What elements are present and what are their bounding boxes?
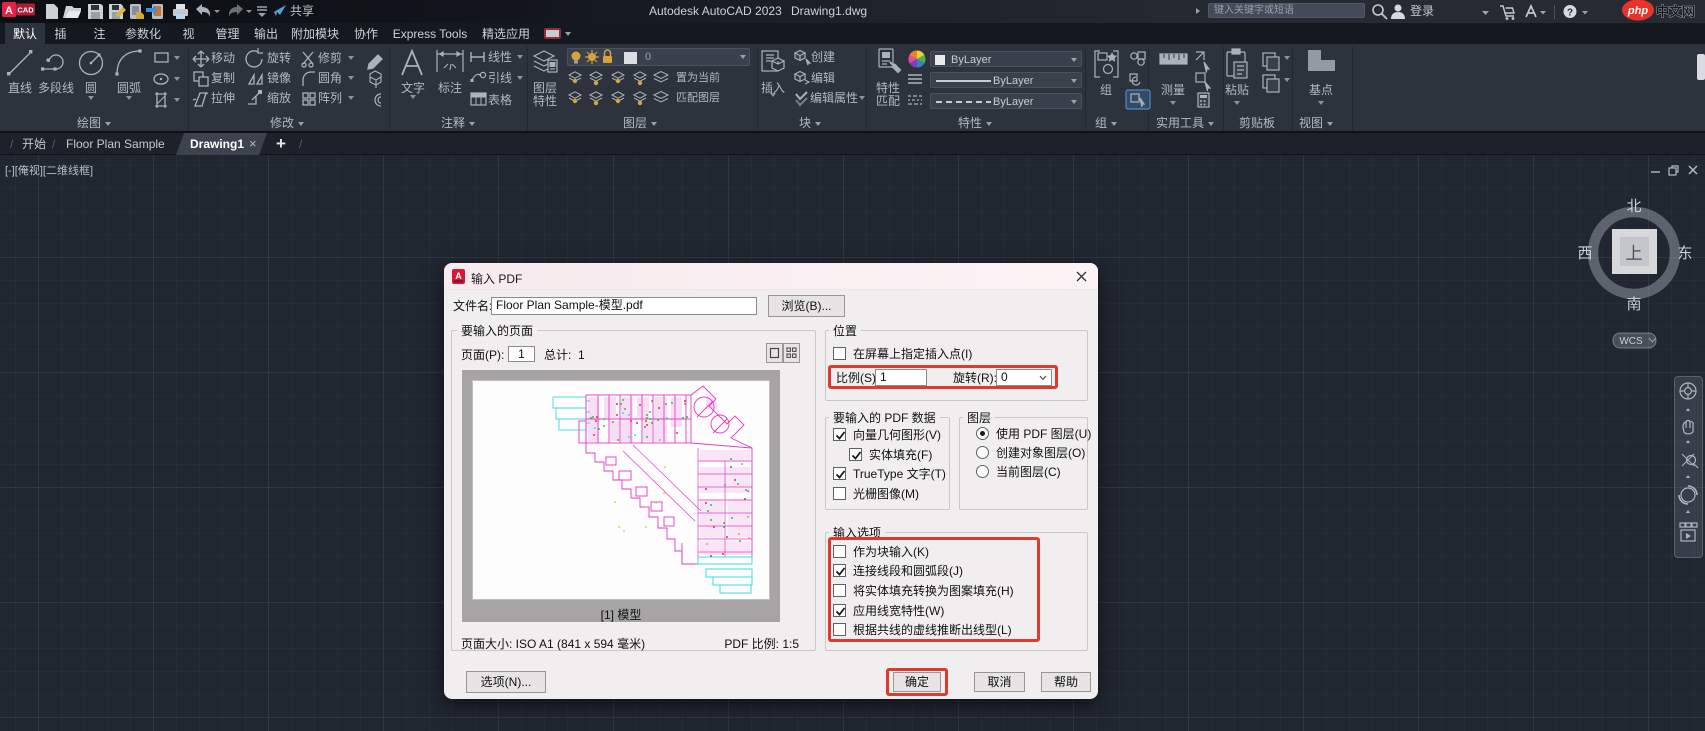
svg-text:php: php [1627,5,1648,17]
svg-text:东: 东 [1677,245,1692,262]
svg-text:A: A [455,271,462,281]
svg-text:A: A [5,5,13,17]
svg-text:北: 北 [1626,198,1641,215]
svg-text:上: 上 [1626,244,1643,263]
svg-text:?: ? [1567,8,1573,19]
svg-text:南: 南 [1626,296,1641,313]
svg-text:WCS: WCS [1619,336,1643,347]
svg-text:CAD: CAD [17,6,34,15]
svg-text:中文网: 中文网 [1656,4,1695,19]
svg-text:西: 西 [1577,245,1592,262]
